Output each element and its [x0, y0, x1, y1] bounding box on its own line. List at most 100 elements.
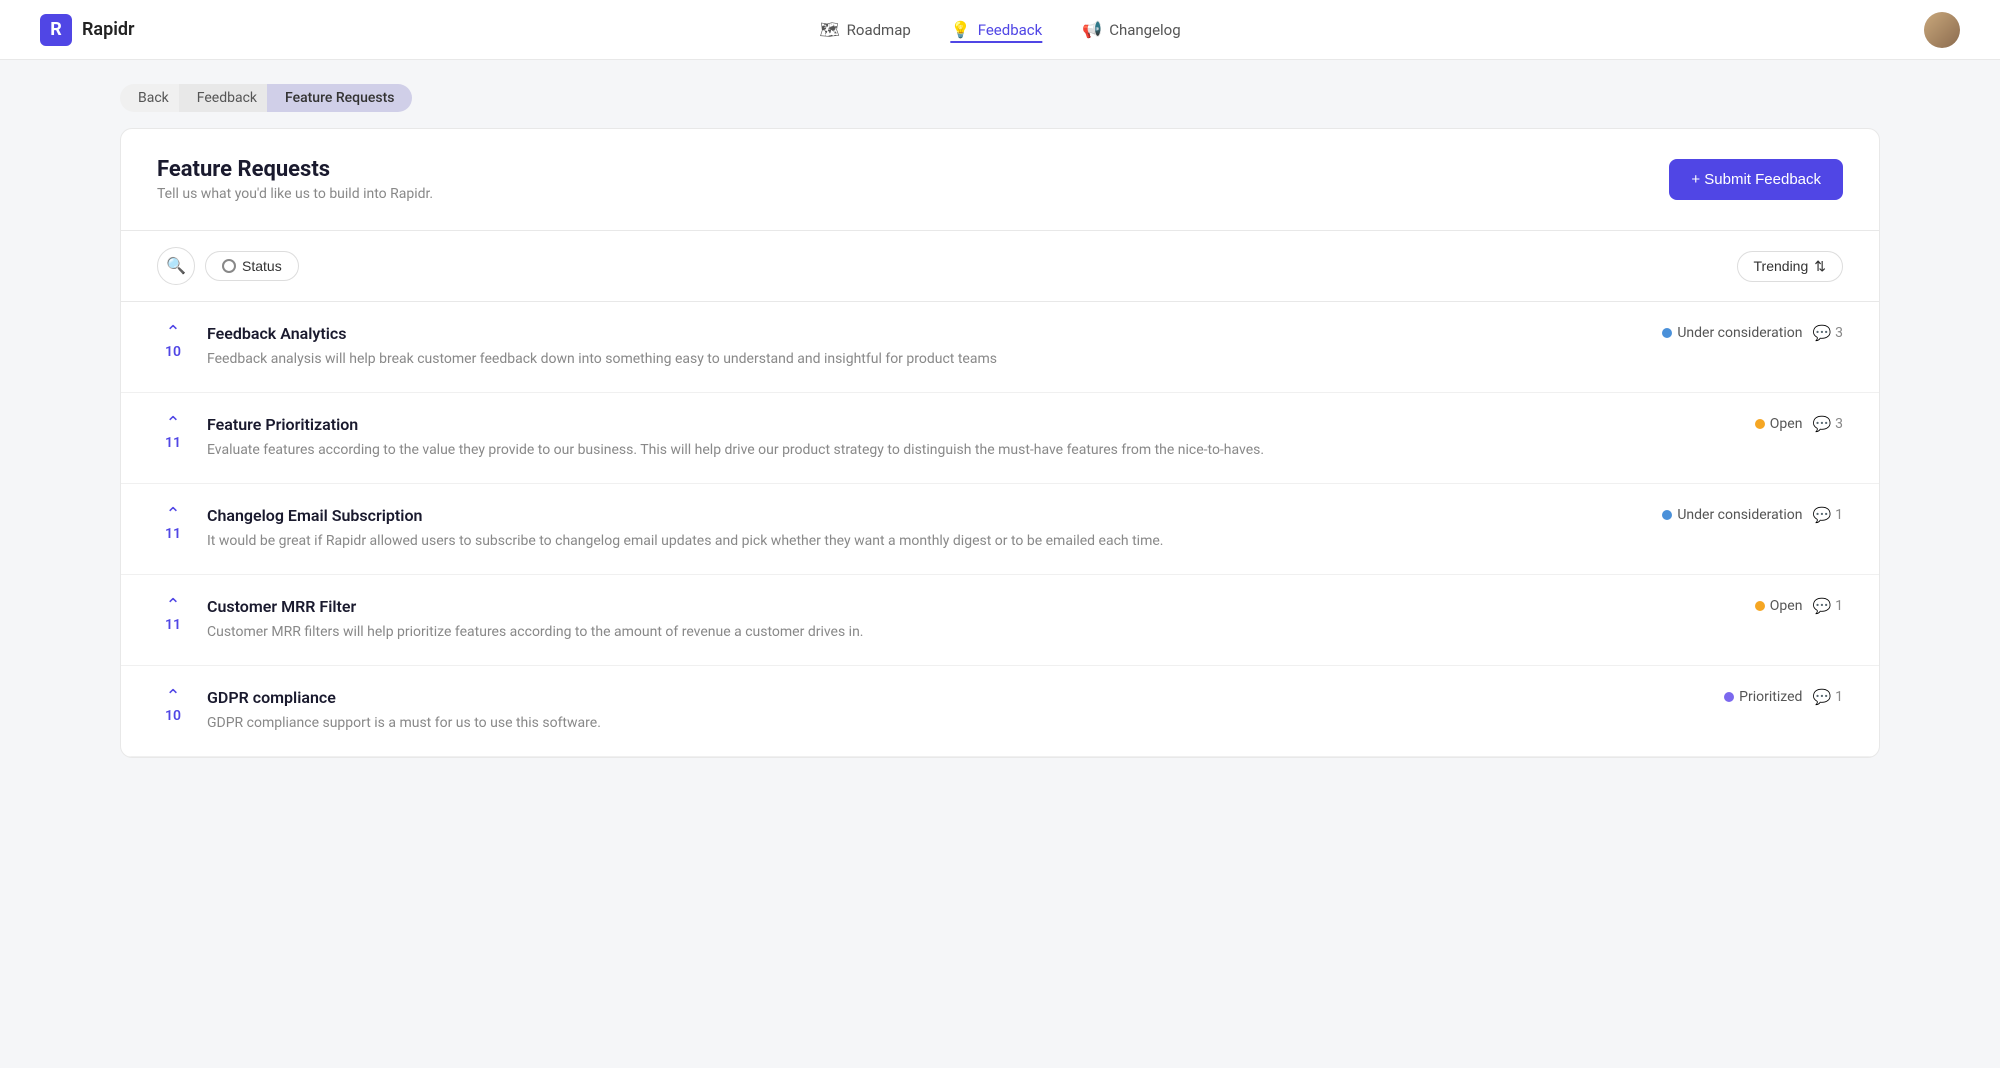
feedback-icon: 💡: [951, 20, 971, 39]
feedback-meta: Open 💬 1: [1755, 597, 1843, 615]
vote-area: ⌃ 11: [157, 415, 189, 451]
list-item: ⌃ 11 Feature Prioritization Evaluate fea…: [121, 393, 1879, 484]
feedback-description: Evaluate features according to the value…: [207, 440, 1737, 461]
feedback-content: Changelog Email Subscription It would be…: [207, 506, 1644, 552]
main-card: Feature Requests Tell us what you'd like…: [120, 128, 1880, 758]
logo-icon: R: [40, 14, 72, 46]
feedback-content: Feature Prioritization Evaluate features…: [207, 415, 1737, 461]
breadcrumb-feedback[interactable]: Feedback: [179, 84, 275, 112]
feedback-description: Feedback analysis will help break custom…: [207, 349, 1644, 370]
comment-icon: 💬: [1812, 688, 1831, 706]
feedback-title[interactable]: Feedback Analytics: [207, 324, 1644, 343]
card-subtitle: Tell us what you'd like us to build into…: [157, 186, 433, 202]
status-dot-icon: [1724, 692, 1734, 702]
comment-icon: 💬: [1812, 506, 1831, 524]
feedback-meta: Under consideration 💬 3: [1662, 324, 1843, 342]
logo-area: R Rapidr: [40, 14, 135, 46]
feedback-meta: Open 💬 3: [1755, 415, 1843, 433]
filter-bar: 🔍 Status Trending ⇅: [121, 231, 1879, 302]
status-circle-icon: [222, 259, 236, 273]
status-dot-icon: [1755, 419, 1765, 429]
vote-count: 11: [165, 435, 181, 451]
nav-changelog[interactable]: 📢 Changelog: [1082, 16, 1180, 43]
feedback-content: Customer MRR Filter Customer MRR filters…: [207, 597, 1737, 643]
nav-changelog-label: Changelog: [1109, 21, 1180, 39]
status-badge: Open: [1755, 598, 1803, 614]
vote-area: ⌃ 11: [157, 506, 189, 542]
changelog-icon: 📢: [1082, 20, 1102, 39]
upvote-button[interactable]: ⌃: [165, 506, 180, 524]
avatar-image: [1924, 12, 1960, 48]
comment-number: 3: [1835, 416, 1843, 432]
comment-number: 1: [1835, 598, 1843, 614]
feedback-title[interactable]: GDPR compliance: [207, 688, 1706, 707]
status-label: Under consideration: [1677, 325, 1802, 341]
trending-sort-button[interactable]: Trending ⇅: [1737, 251, 1843, 282]
comment-count[interactable]: 💬 1: [1812, 506, 1843, 524]
feedback-meta: Prioritized 💬 1: [1724, 688, 1843, 706]
feedback-title[interactable]: Feature Prioritization: [207, 415, 1737, 434]
feedback-title[interactable]: Changelog Email Subscription: [207, 506, 1644, 525]
feedback-content: GDPR compliance GDPR compliance support …: [207, 688, 1706, 734]
card-header-text: Feature Requests Tell us what you'd like…: [157, 157, 433, 202]
feedback-meta: Under consideration 💬 1: [1662, 506, 1843, 524]
logo-name: Rapidr: [82, 19, 135, 40]
status-dot-icon: [1662, 328, 1672, 338]
card-title: Feature Requests: [157, 157, 433, 182]
comment-count[interactable]: 💬 1: [1812, 688, 1843, 706]
vote-count: 10: [165, 344, 181, 360]
card-header: Feature Requests Tell us what you'd like…: [121, 129, 1879, 231]
comment-icon: 💬: [1812, 415, 1831, 433]
upvote-button[interactable]: ⌃: [165, 415, 180, 433]
sort-icon: ⇅: [1814, 258, 1826, 275]
vote-count: 11: [165, 617, 181, 633]
breadcrumb: Back Feedback Feature Requests: [0, 60, 2000, 128]
header: R Rapidr 🗺 Roadmap 💡 Feedback 📢 Changelo…: [0, 0, 2000, 60]
status-badge: Prioritized: [1724, 689, 1802, 705]
upvote-button[interactable]: ⌃: [165, 597, 180, 615]
status-dot-icon: [1755, 601, 1765, 611]
upvote-button[interactable]: ⌃: [165, 324, 180, 342]
vote-area: ⌃ 11: [157, 597, 189, 633]
breadcrumb-back[interactable]: Back: [120, 84, 187, 112]
status-filter-button[interactable]: Status: [205, 251, 299, 281]
status-badge: Under consideration: [1662, 507, 1802, 523]
search-button[interactable]: 🔍: [157, 247, 195, 285]
nav-feedback-label: Feedback: [978, 21, 1043, 39]
comment-count[interactable]: 💬 1: [1812, 597, 1843, 615]
feedback-description: Customer MRR filters will help prioritiz…: [207, 622, 1737, 643]
search-icon: 🔍: [166, 256, 186, 276]
feedback-list: ⌃ 10 Feedback Analytics Feedback analysi…: [121, 302, 1879, 757]
comment-count[interactable]: 💬 3: [1812, 415, 1843, 433]
comment-count[interactable]: 💬 3: [1812, 324, 1843, 342]
status-label: Under consideration: [1677, 507, 1802, 523]
nav: 🗺 Roadmap 💡 Feedback 📢 Changelog: [819, 16, 1180, 43]
status-badge: Under consideration: [1662, 325, 1802, 341]
status-label: Open: [1770, 416, 1803, 432]
vote-area: ⌃ 10: [157, 324, 189, 360]
feedback-content: Feedback Analytics Feedback analysis wil…: [207, 324, 1644, 370]
status-dot-icon: [1662, 510, 1672, 520]
feedback-description: It would be great if Rapidr allowed user…: [207, 531, 1644, 552]
comment-number: 3: [1835, 325, 1843, 341]
upvote-button[interactable]: ⌃: [165, 688, 180, 706]
vote-count: 11: [165, 526, 181, 542]
vote-count: 10: [165, 708, 181, 724]
feedback-description: GDPR compliance support is a must for us…: [207, 713, 1706, 734]
feedback-title[interactable]: Customer MRR Filter: [207, 597, 1737, 616]
nav-feedback[interactable]: 💡 Feedback: [951, 16, 1042, 43]
status-filter-label: Status: [242, 258, 282, 274]
breadcrumb-feature-requests[interactable]: Feature Requests: [267, 84, 412, 112]
comment-number: 1: [1835, 689, 1843, 705]
submit-feedback-button[interactable]: + Submit Feedback: [1669, 159, 1843, 200]
filter-left: 🔍 Status: [157, 247, 299, 285]
status-badge: Open: [1755, 416, 1803, 432]
list-item: ⌃ 10 GDPR compliance GDPR compliance sup…: [121, 666, 1879, 757]
avatar[interactable]: [1924, 12, 1960, 48]
nav-roadmap[interactable]: 🗺 Roadmap: [819, 16, 910, 43]
list-item: ⌃ 11 Customer MRR Filter Customer MRR fi…: [121, 575, 1879, 666]
nav-roadmap-label: Roadmap: [847, 21, 911, 39]
trending-label: Trending: [1754, 258, 1809, 274]
status-label: Prioritized: [1739, 689, 1802, 705]
vote-area: ⌃ 10: [157, 688, 189, 724]
